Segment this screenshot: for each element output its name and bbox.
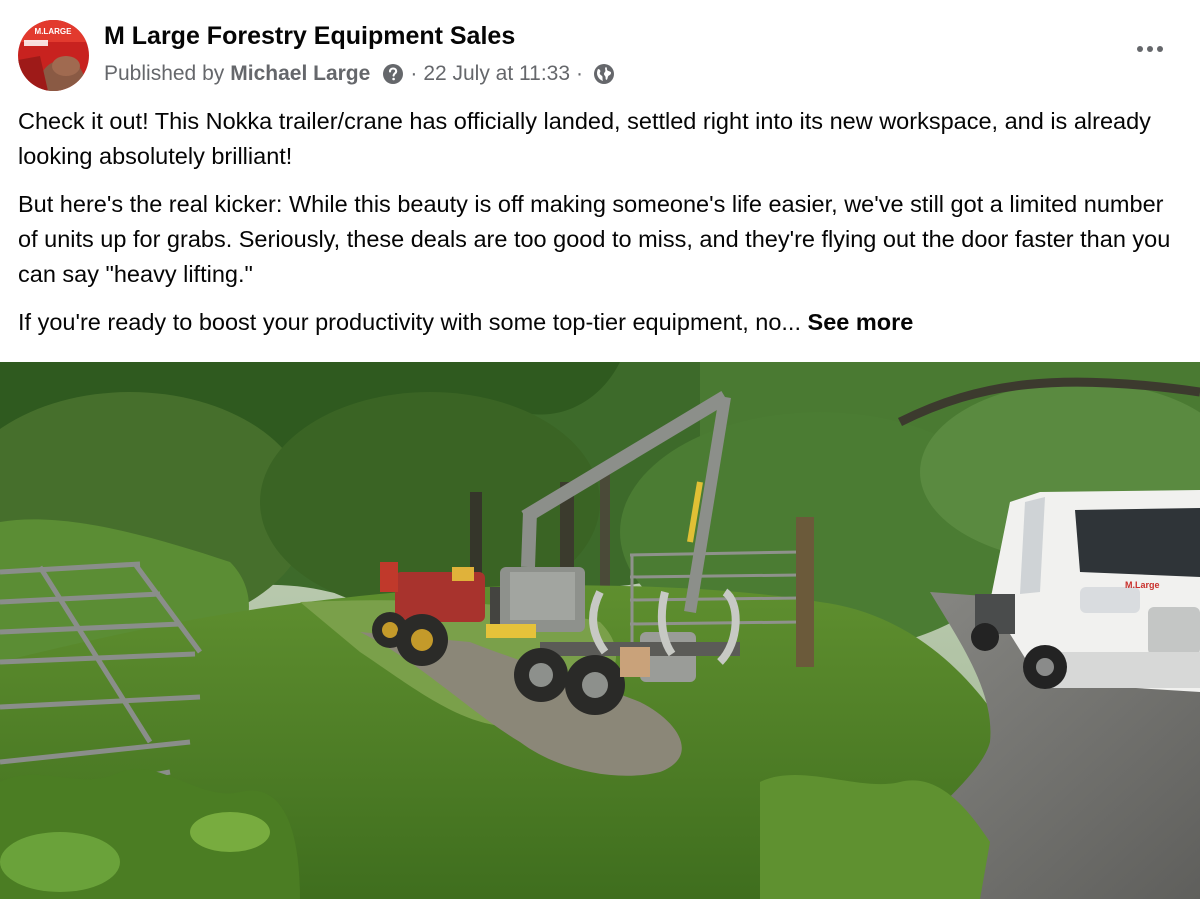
author-link[interactable]: Michael Large	[230, 62, 370, 86]
post-meta: Published by Michael Large · 22 July at …	[104, 60, 615, 88]
meta-separator-2: ·	[576, 62, 584, 85]
post-paragraph-3-text: If you're ready to boost your productivi…	[18, 309, 801, 335]
post-header: M.LARGE M Large Forestry Equipment Sales…	[18, 18, 1182, 91]
avatar-image: M.LARGE	[18, 20, 89, 91]
meta-separator: ·	[410, 62, 418, 85]
post-paragraph-1: Check it out! This Nokka trailer/crane h…	[18, 108, 1151, 169]
post-paragraph-3: If you're ready to boost your productivi…	[18, 305, 1183, 340]
post-paragraph-2: But here's the real kicker: While this b…	[18, 191, 1171, 287]
avatar-logo-text: M.LARGE	[35, 27, 73, 36]
more-options-button[interactable]	[1130, 34, 1170, 64]
photo-image: M.Large	[0, 362, 1200, 899]
facebook-post: M.LARGE M Large Forestry Equipment Sales…	[0, 0, 1200, 899]
page-avatar[interactable]: M.LARGE	[18, 20, 89, 91]
post-photo[interactable]: M.Large	[0, 362, 1200, 899]
svg-text:M.Large: M.Large	[1125, 580, 1160, 590]
more-horizontal-icon	[1137, 46, 1163, 52]
page-name-link[interactable]: M Large Forestry Equipment Sales	[104, 22, 515, 51]
published-by-label: Published by	[104, 62, 225, 85]
globe-icon[interactable]	[593, 63, 615, 85]
question-circle-icon[interactable]	[382, 63, 404, 85]
see-more-link[interactable]: See more	[808, 309, 914, 335]
post-message: Check it out! This Nokka trailer/crane h…	[18, 104, 1183, 353]
post-timestamp[interactable]: 22 July at 11:33	[423, 62, 570, 86]
